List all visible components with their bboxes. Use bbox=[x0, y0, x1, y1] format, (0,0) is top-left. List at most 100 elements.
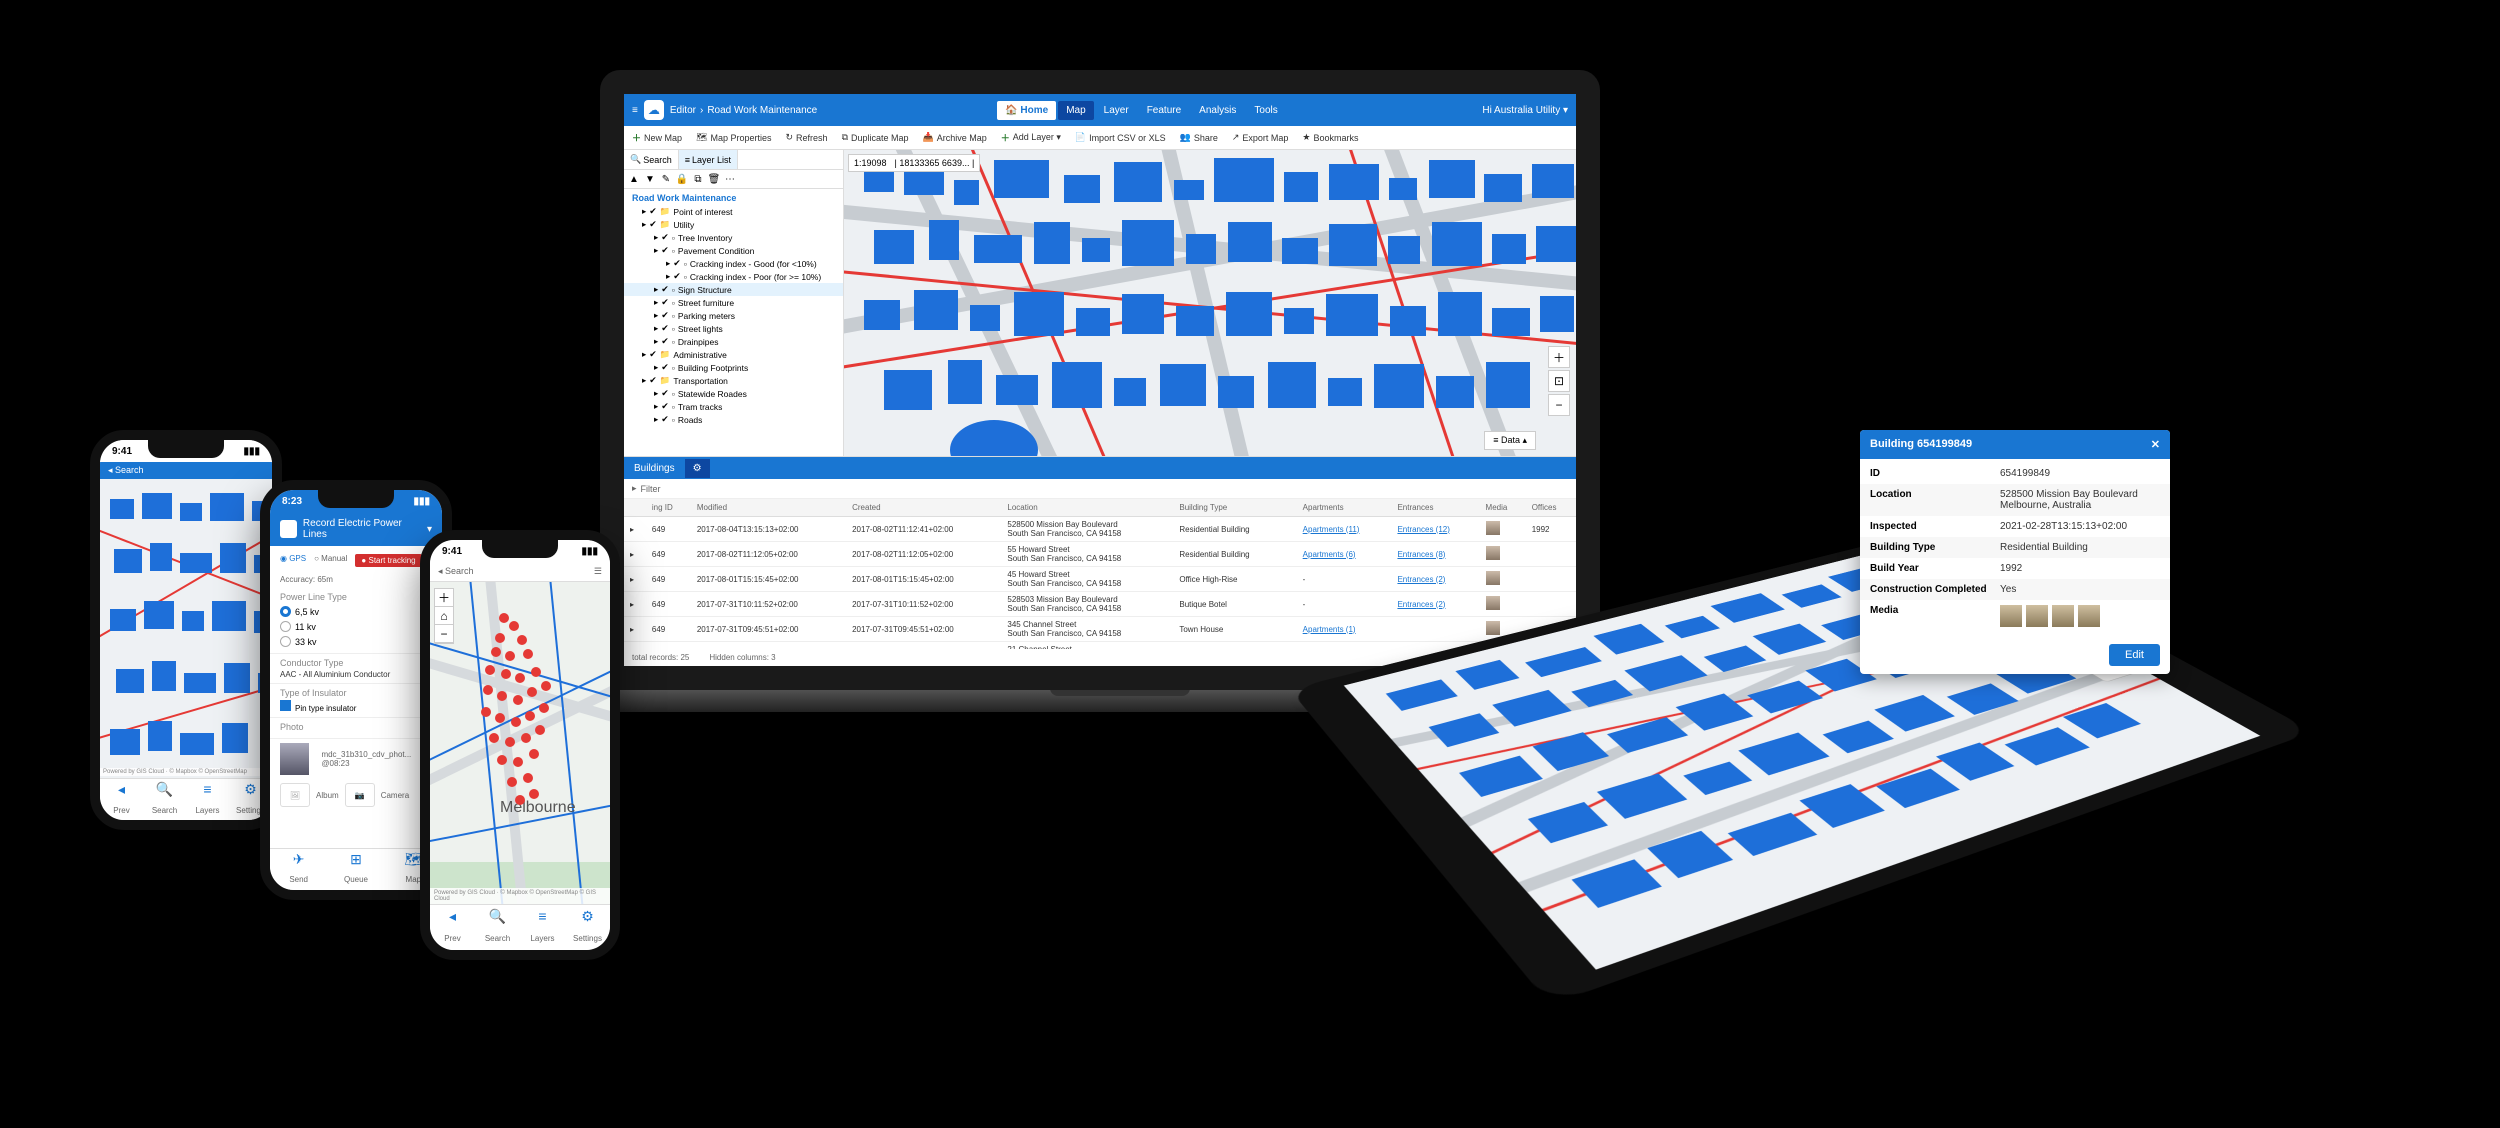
tree-item[interactable]: ▸✔▫Street lights bbox=[624, 322, 843, 335]
col-header[interactable]: Created bbox=[846, 499, 1001, 517]
add-layer-button[interactable]: ＋Add Layer ▾ bbox=[1001, 131, 1061, 144]
table-row[interactable]: ▸6492017-08-01T15:15:45+02:002017-08-01T… bbox=[624, 567, 1576, 592]
nav-map[interactable]: Map bbox=[1058, 101, 1093, 120]
nav-item[interactable]: 🔍Search bbox=[475, 905, 520, 950]
duplicate-map-button[interactable]: ⧉ Duplicate Map bbox=[842, 132, 909, 143]
manual-toggle[interactable]: Manual bbox=[321, 554, 347, 563]
col-header[interactable]: Location bbox=[1001, 499, 1173, 517]
tree-item[interactable]: ▸✔▫Cracking index - Poor (for >= 10%) bbox=[624, 270, 843, 283]
col-header[interactable] bbox=[624, 499, 646, 517]
col-header[interactable]: Apartments bbox=[1297, 499, 1392, 517]
chevron-down-icon[interactable]: ▾ bbox=[427, 524, 432, 535]
layer-delete-icon[interactable]: 🗑 bbox=[706, 172, 722, 186]
nav-item[interactable]: ◂Prev bbox=[430, 905, 475, 950]
layer-lock-icon[interactable]: 🔒 bbox=[674, 172, 690, 186]
edit-button[interactable]: Edit bbox=[2109, 644, 2160, 666]
tree-item[interactable]: ▸✔▫Parking meters bbox=[624, 309, 843, 322]
table-row[interactable]: ▸6492017-08-04T13:15:13+02:002017-08-02T… bbox=[624, 517, 1576, 542]
nav-layer[interactable]: Layer bbox=[1096, 101, 1137, 120]
share-button[interactable]: 👥 Share bbox=[1180, 132, 1218, 143]
tree-root[interactable]: Road Work Maintenance bbox=[624, 191, 843, 205]
import-button[interactable]: 📄 Import CSV or XLS bbox=[1075, 132, 1166, 143]
tree-item[interactable]: ▸✔📁Administrative bbox=[624, 348, 843, 361]
layer-list-button[interactable]: ≡ Layer List bbox=[679, 150, 738, 169]
table-row[interactable]: ▸6492017-07-31T09:45:51+02:002017-07-31T… bbox=[624, 617, 1576, 642]
nav-item[interactable]: ⊞Queue bbox=[327, 849, 384, 890]
col-header[interactable]: Modified bbox=[691, 499, 846, 517]
radio-65kv[interactable]: 6,5 kv bbox=[280, 604, 432, 619]
tree-item[interactable]: ▸✔▫Cracking index - Good (for <10%) bbox=[624, 257, 843, 270]
nav-feature[interactable]: Feature bbox=[1139, 101, 1189, 120]
nav-item[interactable]: 🔍Search bbox=[143, 779, 186, 820]
user-greeting[interactable]: Hi Australia Utility ▾ bbox=[1482, 105, 1568, 116]
col-header[interactable]: Entrances bbox=[1391, 499, 1479, 517]
tree-item[interactable]: ▸✔▫Tram tracks bbox=[624, 400, 843, 413]
conductor-value[interactable]: AAC - All Aluminium Conductor bbox=[280, 670, 432, 679]
tree-item[interactable]: ▸✔▫Statewide Roades bbox=[624, 387, 843, 400]
checkbox-pin-insulator[interactable]: Pin type insulator bbox=[280, 700, 432, 713]
phone3-map[interactable]: Melbourne ＋ ⌂ − Powered by GIS Cloud · ©… bbox=[430, 582, 610, 904]
layer-up-icon[interactable]: ▲ bbox=[626, 172, 642, 186]
layer-more-icon[interactable]: ⋯ bbox=[722, 172, 738, 186]
zoom-fit-icon[interactable]: ⊡ bbox=[1548, 370, 1570, 392]
phone1-map[interactable] bbox=[100, 479, 272, 791]
col-header[interactable]: Media bbox=[1480, 499, 1526, 517]
nav-item[interactable]: ✈Send bbox=[270, 849, 327, 890]
map-canvas[interactable]: 1:19098 | 18133365 6639... | ＋ ⊡ − ≡ Dat… bbox=[844, 150, 1576, 456]
phone3-search[interactable]: ◂ Search☰ bbox=[430, 562, 610, 582]
zoom-in-icon[interactable]: ＋ bbox=[435, 589, 453, 607]
nav-item[interactable]: ◂Prev bbox=[100, 779, 143, 820]
hamburger-icon[interactable]: ≡ bbox=[632, 105, 638, 116]
nav-tools[interactable]: Tools bbox=[1246, 101, 1285, 120]
table-settings-icon[interactable]: ⚙ bbox=[685, 459, 710, 478]
album-button[interactable]: 🖼 bbox=[280, 783, 310, 807]
map-properties-button[interactable]: 🗺 Map Properties bbox=[696, 132, 771, 143]
gps-toggle[interactable]: GPS bbox=[289, 554, 306, 563]
tree-item[interactable]: ▸✔▫Sign Structure bbox=[624, 283, 843, 296]
tree-item[interactable]: ▸✔▫Tree Inventory bbox=[624, 231, 843, 244]
nav-item[interactable]: ≡Layers bbox=[520, 905, 565, 950]
breadcrumb[interactable]: Road Work Maintenance bbox=[707, 105, 817, 116]
search-button[interactable]: 🔍 Search bbox=[624, 150, 679, 169]
data-toggle-button[interactable]: ≡ Data ▴ bbox=[1484, 431, 1536, 450]
bookmarks-button[interactable]: ★ Bookmarks bbox=[1302, 132, 1358, 143]
tree-item[interactable]: ▸✔📁Point of interest bbox=[624, 205, 843, 218]
layer-copy-icon[interactable]: ⧉ bbox=[690, 172, 706, 186]
table-row[interactable]: ▸6492017-07-31T10:11:52+02:002017-07-31T… bbox=[624, 592, 1576, 617]
app-logo[interactable]: ☁ bbox=[644, 100, 664, 120]
nav-analysis[interactable]: Analysis bbox=[1191, 101, 1244, 120]
table-row[interactable]: ▸6492017-08-02T11:12:05+02:002017-08-02T… bbox=[624, 542, 1576, 567]
archive-map-button[interactable]: 📥 Archive Map bbox=[923, 132, 987, 143]
table-row[interactable]: ▸6492017-07-31T09:45:51+02:002017-07-31T… bbox=[624, 642, 1576, 650]
table-tab-buildings[interactable]: Buildings bbox=[624, 459, 685, 478]
layer-tree[interactable]: Road Work Maintenance ▸✔📁Point of intere… bbox=[624, 189, 843, 456]
data-table[interactable]: ing IDModifiedCreatedLocationBuilding Ty… bbox=[624, 499, 1576, 649]
popup-close-icon[interactable]: ✕ bbox=[2151, 438, 2160, 451]
nav-home[interactable]: 🏠 Home bbox=[997, 101, 1056, 120]
start-tracking-button[interactable]: ● Start tracking bbox=[355, 554, 421, 567]
export-button[interactable]: ↗ Export Map bbox=[1232, 132, 1289, 143]
table-filter-row[interactable]: ▸ Filter bbox=[624, 479, 1576, 499]
tree-item[interactable]: ▸✔▫Roads bbox=[624, 413, 843, 426]
tree-item[interactable]: ▸✔▫Drainpipes bbox=[624, 335, 843, 348]
col-header[interactable]: Building Type bbox=[1173, 499, 1296, 517]
tree-item[interactable]: ▸✔▫Pavement Condition bbox=[624, 244, 843, 257]
tree-item[interactable]: ▸✔▫Building Footprints bbox=[624, 361, 843, 374]
new-map-button[interactable]: ＋New Map bbox=[632, 131, 682, 144]
layer-edit-icon[interactable]: ✎ bbox=[658, 172, 674, 186]
photo-thumbnail[interactable] bbox=[280, 743, 309, 775]
col-header[interactable]: ing ID bbox=[646, 499, 691, 517]
nav-item[interactable]: ≡Layers bbox=[186, 779, 229, 820]
tree-item[interactable]: ▸✔📁Utility bbox=[624, 218, 843, 231]
nav-item[interactable]: ⚙Settings bbox=[565, 905, 610, 950]
camera-button[interactable]: 📷 bbox=[345, 783, 375, 807]
tree-item[interactable]: ▸✔▫Street furniture bbox=[624, 296, 843, 309]
radio-33kv[interactable]: 33 kv bbox=[280, 634, 432, 649]
refresh-button[interactable]: ↻ Refresh bbox=[786, 132, 828, 143]
zoom-out-icon[interactable]: − bbox=[1548, 394, 1570, 416]
layer-down-icon[interactable]: ▼ bbox=[642, 172, 658, 186]
radio-11kv[interactable]: 11 kv bbox=[280, 619, 432, 634]
zoom-out-icon[interactable]: − bbox=[435, 625, 453, 643]
tree-item[interactable]: ▸✔📁Transportation bbox=[624, 374, 843, 387]
phone1-search[interactable]: ◂ Search bbox=[100, 462, 272, 479]
